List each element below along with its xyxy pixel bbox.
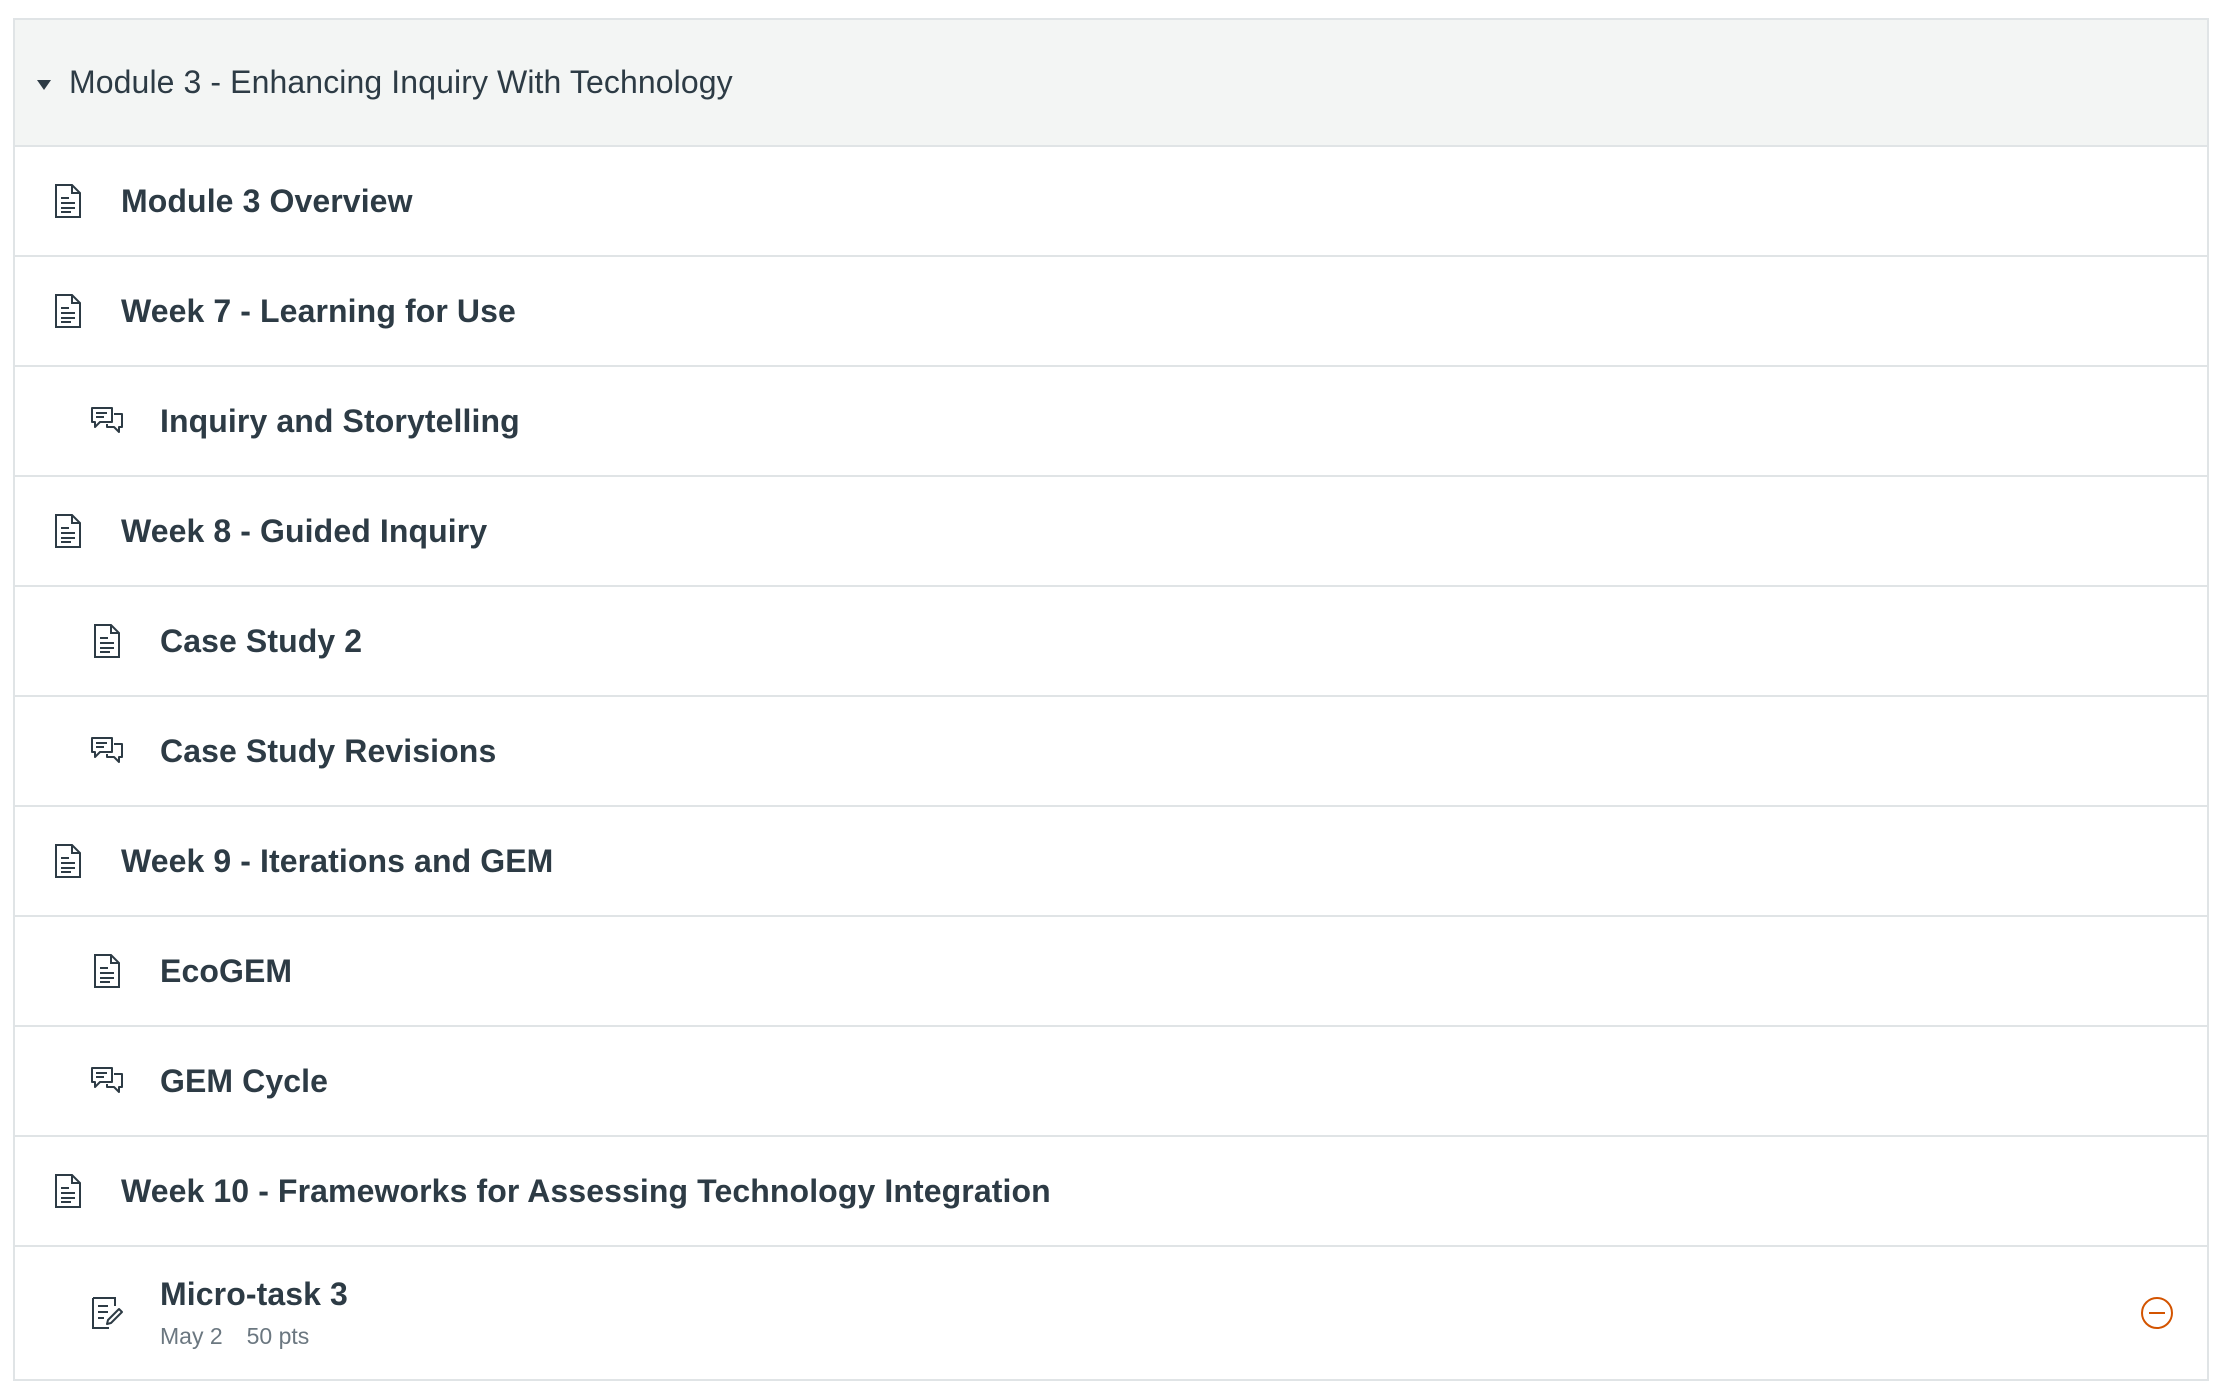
module-item-week-9: Week 9 - Iterations and GEM [15,807,2207,917]
discussion-icon [90,403,124,439]
module-item-module-3-overview: Module 3 Overview [15,147,2207,257]
module-header[interactable]: Module 3 - Enhancing Inquiry With Techno… [15,20,2207,147]
module-item-week-7: Week 7 - Learning for Use [15,257,2207,367]
minus-circle-icon[interactable] [2139,1295,2175,1331]
discussion-icon [90,1063,124,1099]
module-item-inquiry-and-storytelling: Inquiry and Storytelling [15,367,2207,477]
discussion-icon [90,733,124,769]
page-icon [51,513,85,549]
module-item-link[interactable]: Inquiry and Storytelling [160,403,520,439]
due-date: May 2 [160,1323,223,1349]
module-item-ecogem: EcoGEM [15,917,2207,1027]
module-item-link[interactable]: GEM Cycle [160,1063,328,1099]
module-item-case-study-revisions: Case Study Revisions [15,697,2207,807]
module-item-link[interactable]: Week 9 - Iterations and GEM [121,843,553,879]
page-icon [51,1173,85,1209]
module-item-link[interactable]: Module 3 Overview [121,183,413,219]
module-item-link[interactable]: Week 8 - Guided Inquiry [121,513,487,549]
module-item-week-10: Week 10 - Frameworks for Assessing Techn… [15,1137,2207,1247]
module-title: Module 3 - Enhancing Inquiry With Techno… [69,64,733,100]
page-icon [90,623,124,659]
page-icon [51,183,85,219]
page-icon [51,293,85,329]
module-item-link[interactable]: Case Study 2 [160,623,362,659]
module-item-link[interactable]: Case Study Revisions [160,733,496,769]
context-module: Module 3 - Enhancing Inquiry With Techno… [13,18,2209,1381]
page-icon [90,953,124,989]
caret-down-icon[interactable] [37,79,51,90]
item-details: May 2 50 pts [160,1323,348,1350]
assignment-icon [90,1295,124,1331]
module-item-gem-cycle: GEM Cycle [15,1027,2207,1137]
module-item-micro-task-3: Micro-task 3 May 2 50 pts [15,1247,2207,1381]
points: 50 pts [246,1323,310,1349]
page-icon [51,843,85,879]
module-item-case-study-2: Case Study 2 [15,587,2207,697]
module-item-link[interactable]: Week 7 - Learning for Use [121,293,516,329]
module-item-link[interactable]: Week 10 - Frameworks for Assessing Techn… [121,1173,1051,1209]
module-item-link[interactable]: Micro-task 3 [160,1276,348,1313]
module-item-week-8: Week 8 - Guided Inquiry [15,477,2207,587]
module-item-link[interactable]: EcoGEM [160,953,292,989]
